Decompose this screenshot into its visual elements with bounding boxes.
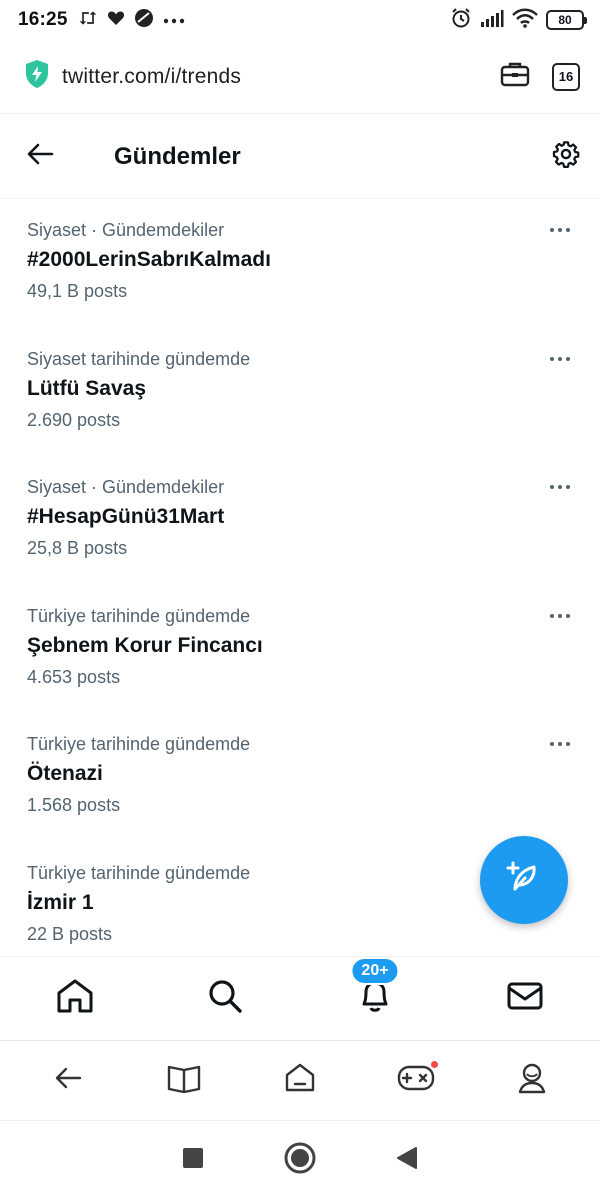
trend-post-count: 22 B posts (27, 923, 113, 944)
home-icon (56, 978, 94, 1019)
signal-icon (480, 9, 504, 32)
globe-app-icon (134, 8, 154, 33)
trend-context: Türkiye tarihinde gündemde (27, 734, 251, 754)
trend-item[interactable]: Türkiye tarihinde gündemde Ötenazi 1.568… (0, 714, 600, 843)
trend-name[interactable]: Şebnem Korur Fincancı (27, 631, 600, 661)
system-nav-bar (0, 1120, 600, 1200)
more-options-icon[interactable] (550, 613, 570, 618)
browser-games-button[interactable] (386, 1051, 446, 1111)
status-time: 16:25 (18, 9, 68, 30)
system-back-triangle-icon[interactable] (396, 1146, 418, 1175)
new-indicator-dot (431, 1060, 438, 1068)
more-options-icon[interactable] (550, 228, 570, 232)
system-home-circle-icon[interactable] (284, 1142, 316, 1179)
trend-item[interactable]: Siyaset tarihinde gündemde Lütfü Savaş 2… (0, 329, 600, 458)
trend-item[interactable]: Siyaset · Gündemdekiler #2000LerinSabrıK… (0, 200, 600, 329)
more-options-icon[interactable] (550, 356, 570, 361)
trend-name[interactable]: #HesapGünü31Mart (27, 502, 600, 532)
trend-post-count: 2.690 posts (27, 409, 121, 430)
mail-icon (506, 980, 544, 1017)
search-icon (207, 978, 243, 1019)
browser-back-button[interactable] (38, 1051, 98, 1111)
trend-context: Siyaset · Gündemdekiler (27, 477, 225, 497)
nav-messages[interactable] (495, 969, 555, 1029)
trend-post-count: 49,1 B posts (27, 281, 128, 301)
trend-name[interactable]: Ötenazi (27, 759, 600, 789)
recents-square-icon[interactable] (182, 1147, 204, 1174)
trend-context: Türkiye tarihinde gündemde (27, 605, 251, 626)
back-arrow-icon[interactable] (26, 142, 54, 171)
status-bar: 16:25 80 (0, 0, 600, 40)
home-outline-icon (284, 1062, 316, 1099)
nav-explore[interactable] (195, 969, 255, 1029)
trend-post-count: 25,8 B posts (27, 538, 128, 558)
browser-home-button[interactable] (270, 1051, 330, 1111)
retweet-icon (78, 9, 98, 32)
browser-bookmarks-button[interactable] (154, 1051, 214, 1111)
user-icon (516, 1062, 548, 1099)
gamepad-icon (397, 1063, 435, 1098)
trend-context: Siyaset tarihinde gündemde (27, 348, 251, 369)
more-options-icon[interactable] (550, 742, 570, 746)
compose-post-button[interactable] (480, 836, 568, 924)
nav-notifications[interactable]: 20+ (345, 956, 405, 1029)
settings-gear-icon[interactable] (552, 140, 580, 173)
trend-name[interactable]: #2000LerinSabrıKalmadı (27, 245, 600, 275)
trend-item[interactable]: Türkiye tarihinde gündemde Şebnem Korur … (0, 586, 600, 715)
browser-url-bar[interactable]: twitter.com/i/trends 16 (0, 40, 600, 114)
url-text[interactable]: twitter.com/i/trends (62, 65, 241, 89)
alarm-icon (450, 7, 472, 34)
tab-switcher-button[interactable]: 16 (552, 62, 580, 91)
browser-actions: 16 (500, 61, 580, 92)
compose-feather-icon (504, 858, 544, 903)
status-notification-icons (78, 8, 185, 33)
more-options-icon[interactable] (550, 485, 570, 489)
browser-profile-button[interactable] (502, 1051, 562, 1111)
secure-shield-icon[interactable] (24, 59, 50, 94)
book-icon (167, 1063, 201, 1098)
heart-icon (107, 9, 125, 31)
page-header: Gündemler (0, 115, 600, 199)
trend-name[interactable]: Lütfü Savaş (27, 374, 600, 404)
trend-context: Siyaset · Gündemdekiler (27, 220, 225, 240)
trend-item[interactable]: Siyaset · Gündemdekiler #HesapGünü31Mart… (0, 457, 600, 586)
wifi-icon (512, 8, 538, 33)
toolbox-icon[interactable] (500, 61, 530, 92)
more-notifications-icon (163, 11, 185, 29)
battery-indicator: 80 (546, 10, 587, 30)
back-arrow-icon (54, 1066, 82, 1095)
trend-post-count: 1.568 posts (27, 795, 121, 815)
trend-post-count: 4.653 posts (27, 666, 121, 687)
page-title: Gündemler (114, 142, 241, 170)
app-bottom-nav: 20+ (0, 956, 600, 1040)
notifications-badge: 20+ (350, 956, 400, 985)
browser-bottom-nav (0, 1040, 600, 1120)
nav-home[interactable] (45, 969, 105, 1029)
status-system-icons: 80 (450, 7, 587, 34)
